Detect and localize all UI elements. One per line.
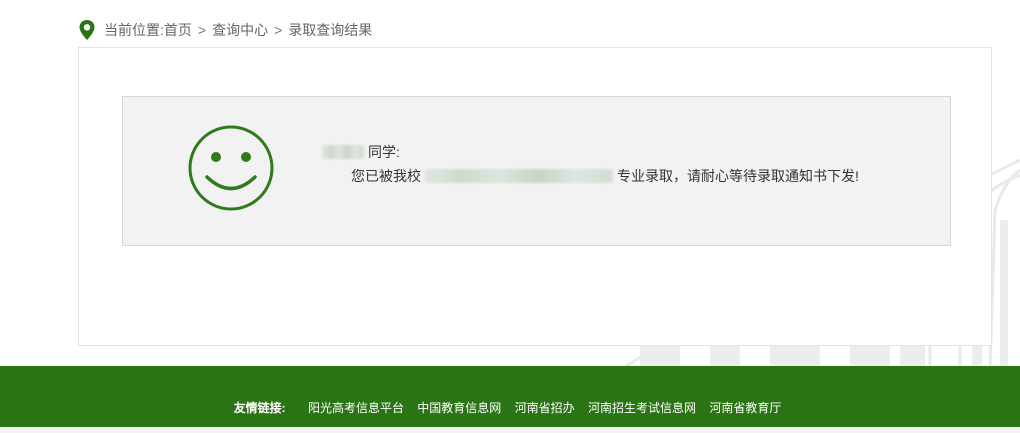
student-name-redacted [322,145,364,159]
main-panel: 同学: 您已被我校 专业录取，请耐心等待录取通知书下发! [78,47,992,346]
admission-message: 您已被我校 专业录取，请耐心等待录取通知书下发! [351,166,859,186]
breadcrumb-prefix: 当前位置: [104,22,164,38]
breadcrumb: 当前位置: 首页 > 查询中心 > 录取查询结果 [78,18,372,42]
message-prefix: 您已被我校 [351,168,421,184]
admission-result-box: 同学: 您已被我校 专业录取，请耐心等待录取通知书下发! [122,96,951,246]
friendly-links-label: 友情链接: [233,401,286,415]
friendly-links: 友情链接: 阳光高考信息平台 中国教育信息网 河南省招办 河南招生考试信息网 河… [0,399,1020,416]
footer-link-henan-admissions-office[interactable]: 河南省招办 [515,401,575,415]
greeting-line: 同学: [322,142,400,162]
footer-link-sunshine-gaokao[interactable]: 阳光高考信息平台 [308,401,404,415]
breadcrumb-home-link[interactable]: 首页 [164,20,192,40]
footer-link-henan-exam-info[interactable]: 河南招生考试信息网 [588,401,696,415]
message-suffix: 专业录取，请耐心等待录取通知书下发! [617,168,859,184]
footer-bottom-strip [0,427,1020,433]
breadcrumb-query-center-link[interactable]: 查询中心 [212,20,268,40]
greeting-suffix: 同学: [368,144,400,160]
location-pin-icon [79,20,95,40]
footer-link-china-education[interactable]: 中国教育信息网 [417,401,501,415]
breadcrumb-separator: > [274,22,283,38]
footer-link-henan-education-dept[interactable]: 河南省教育厅 [709,401,781,415]
major-name-redacted [425,169,613,183]
breadcrumb-separator: > [197,22,207,38]
smiley-face-icon [188,125,274,211]
footer: 友情链接: 阳光高考信息平台 中国教育信息网 河南省招办 河南招生考试信息网 河… [0,366,1020,433]
breadcrumb-current-page: 录取查询结果 [288,22,373,38]
